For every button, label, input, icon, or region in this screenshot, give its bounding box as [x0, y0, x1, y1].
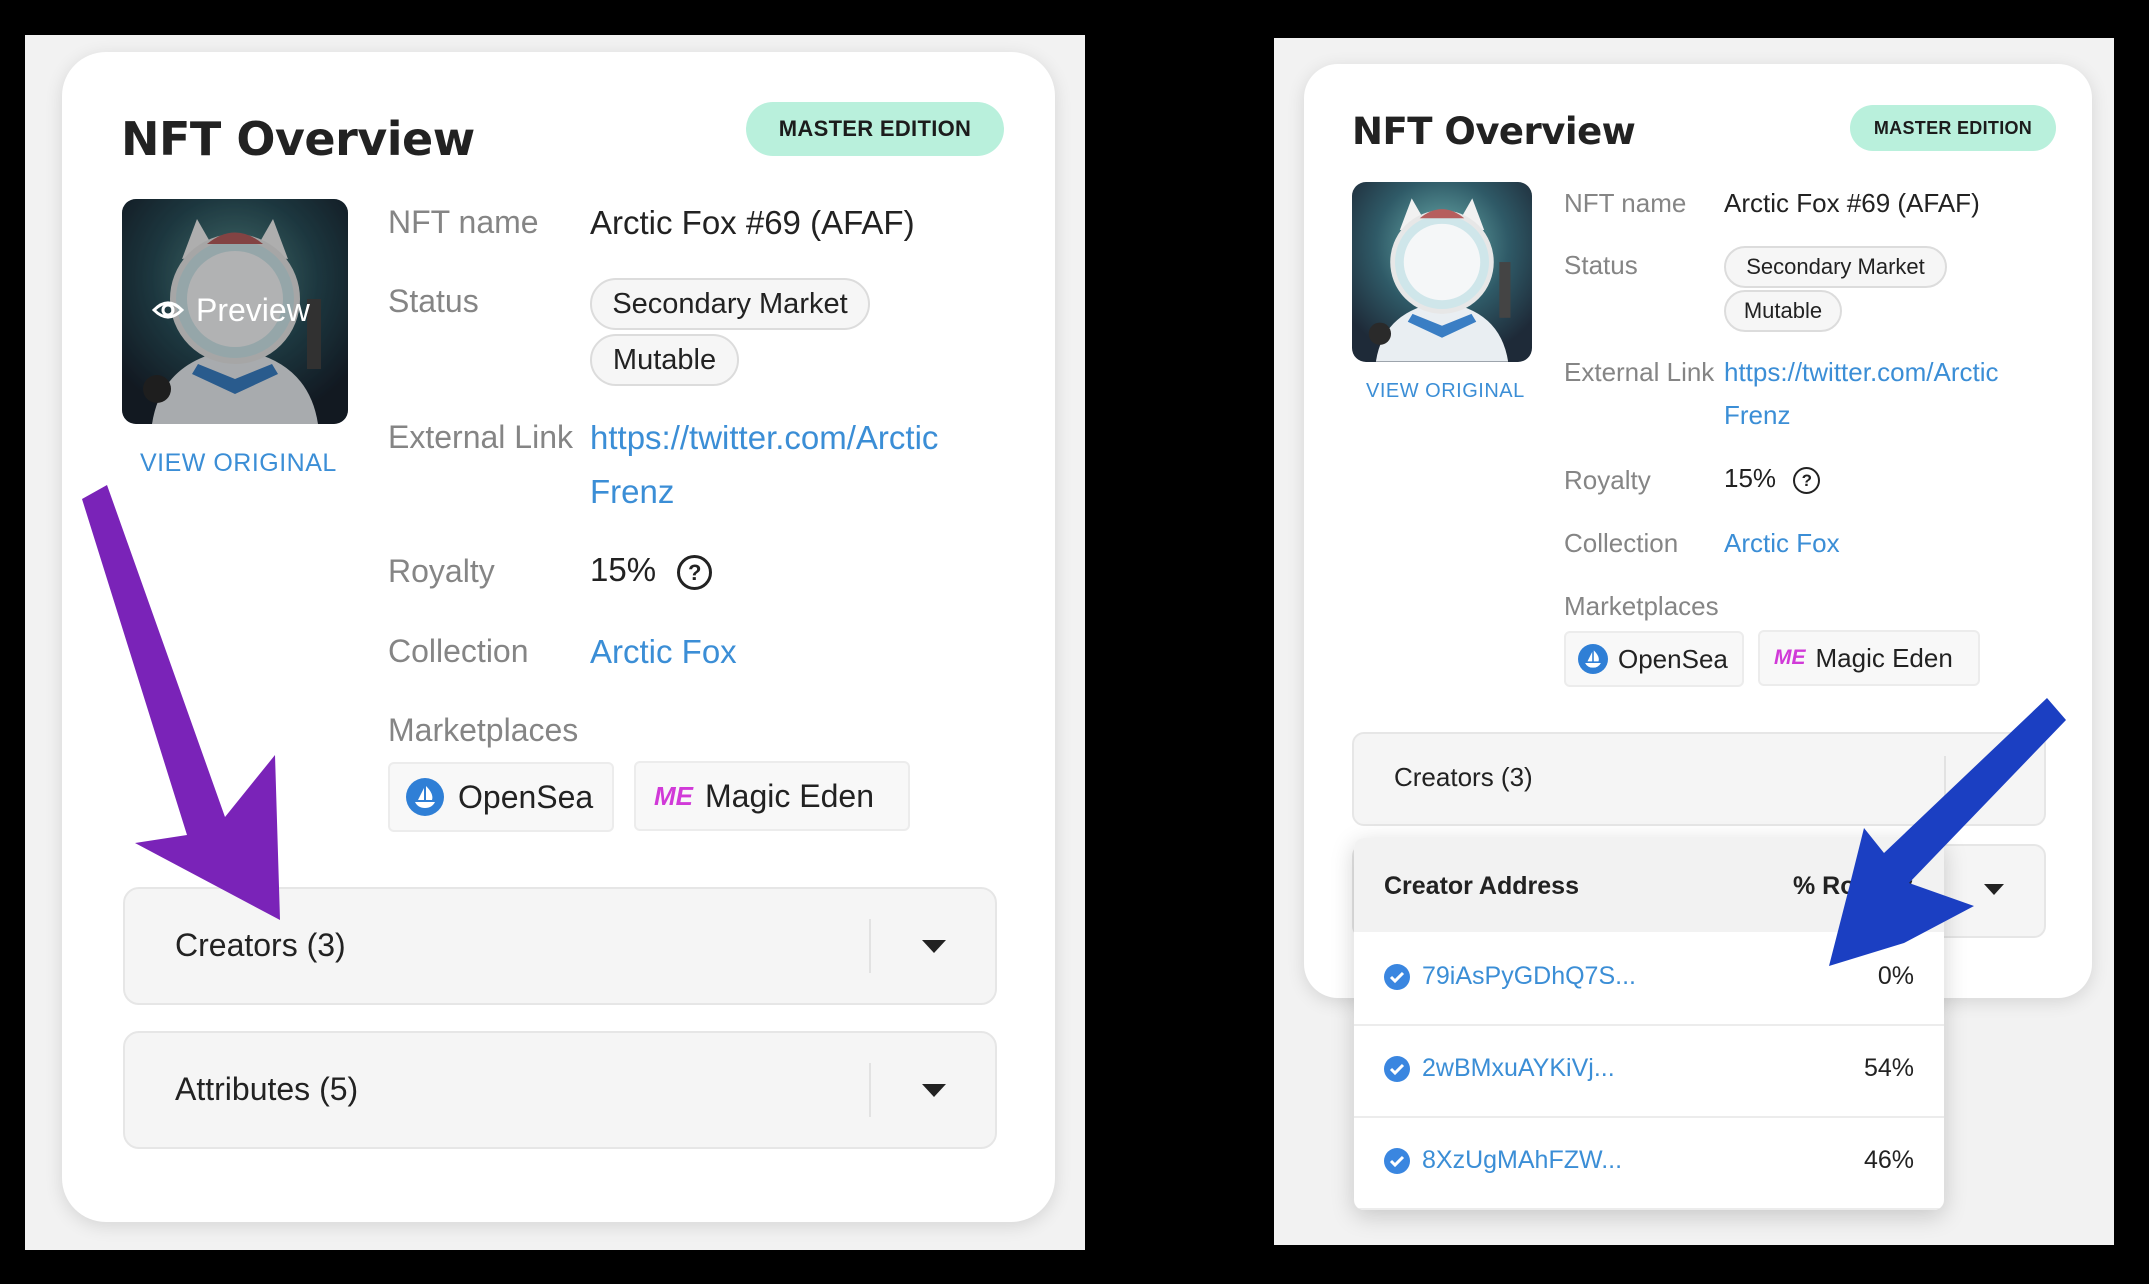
left-panel: NFT Overview MASTER EDITION Preview VIEW… — [25, 35, 1085, 1250]
right-panel: NFT Overview MASTER EDITION VIEW ORIGINA… — [1274, 38, 2114, 1245]
blue-arrow-annotation — [1829, 698, 2066, 966]
purple-arrow-annotation — [82, 485, 280, 920]
